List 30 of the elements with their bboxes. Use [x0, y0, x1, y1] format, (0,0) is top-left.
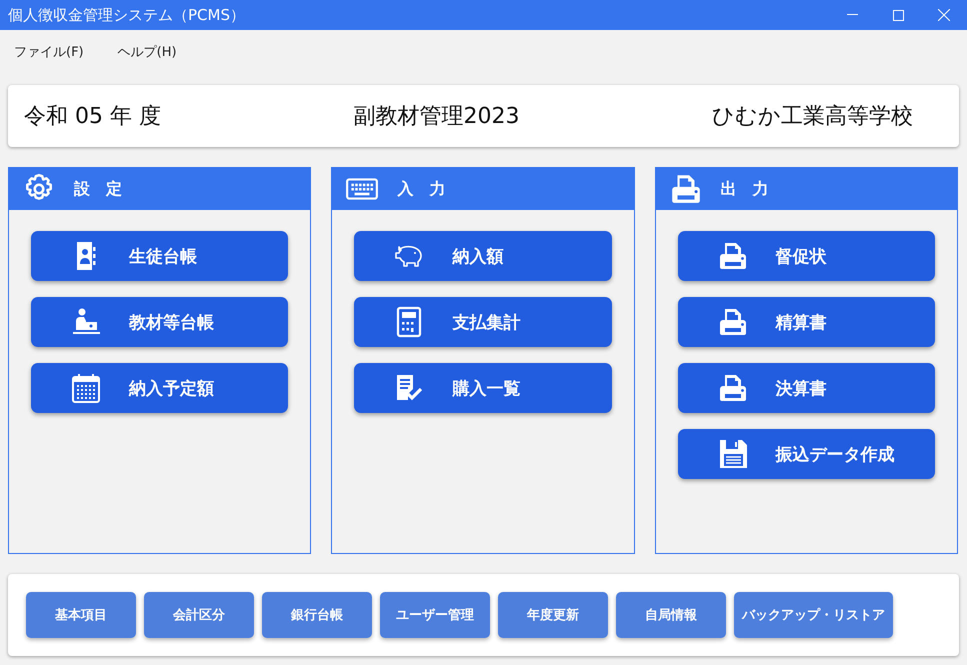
menu-button[interactable]: 決算書	[678, 363, 935, 413]
calendar-icon	[70, 372, 102, 404]
close-icon	[938, 9, 950, 21]
menu-button[interactable]: 購入一覧	[354, 363, 612, 413]
settings-button[interactable]: 基本項目	[26, 592, 136, 638]
menu-item[interactable]: ファイル(F)	[6, 39, 92, 65]
menu-button[interactable]: 生徒台帳	[31, 231, 288, 281]
panel-title: 入 力	[397, 178, 446, 200]
menu-button[interactable]: 教材等台帳	[31, 297, 288, 347]
settings-button[interactable]: 銀行台帳	[262, 592, 372, 638]
menu-button[interactable]: 振込データ作成	[678, 429, 935, 479]
settings-button[interactable]: 年度更新	[498, 592, 608, 638]
settings-button[interactable]: バックアップ・リストア	[734, 592, 893, 638]
settings-button[interactable]: ユーザー管理	[380, 592, 490, 638]
school-name: ひむか工業高等学校	[712, 103, 913, 131]
menu-button[interactable]: 精算書	[678, 297, 935, 347]
menu-button[interactable]: 納入額	[354, 231, 612, 281]
settings-button[interactable]: 自局情報	[616, 592, 726, 638]
menu-button[interactable]: 納入予定額	[31, 363, 288, 413]
minimize-icon	[846, 14, 858, 16]
system-subtitle: 副教材管理2023	[353, 103, 520, 131]
panel-title: 出 力	[720, 178, 769, 200]
maximize-icon	[892, 10, 904, 20]
settings-button[interactable]: 会計区分	[144, 592, 254, 638]
window-title: 個人徴収金管理システム（PCMS）	[8, 6, 246, 24]
fiscal-year: 令和 05 年 度	[24, 103, 161, 131]
menu-button[interactable]: 督促状	[678, 231, 935, 281]
menu-item[interactable]: ヘルプ(H)	[110, 39, 185, 65]
menu-button[interactable]: 支払集計	[354, 297, 612, 347]
panel-title: 設 定	[74, 178, 122, 200]
